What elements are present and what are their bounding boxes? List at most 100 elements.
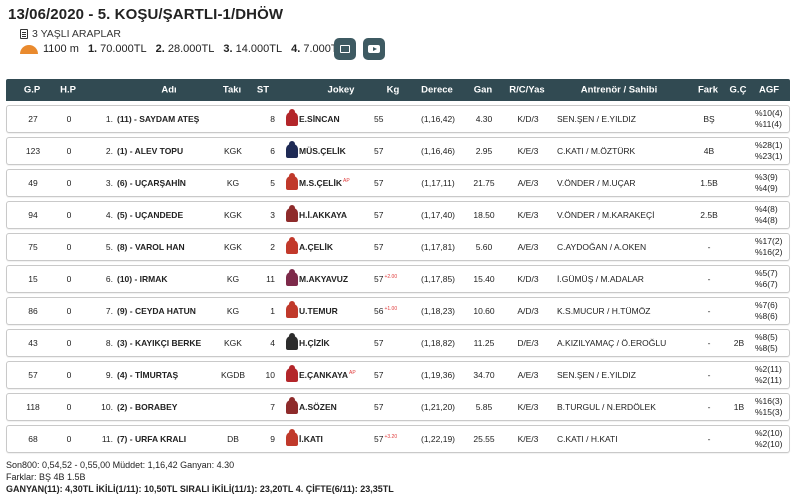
agf-line-1: %2(10) [755,428,783,438]
prize-amount-2: 28.000TL [167,43,215,55]
cell-hp: 0 [66,306,72,316]
silk-icon [286,397,298,414]
cell-fark: 2.5B [700,210,718,220]
horse-name-link[interactable]: (10) - IRMAK [117,274,223,284]
cell-finish-position: 4. [105,210,113,220]
table-row[interactable]: 68 0 11. (7) - URFA KRALI DB 9 İ.KATI 57+3.20 (1… [6,425,790,453]
cell-kg: 57 [374,178,412,188]
cell-derece: (1,16,46) [420,146,456,156]
cell-finish-position: 6. [105,274,113,284]
jockey-name-link[interactable]: A.SÖZEN [299,402,371,412]
horse-name-link[interactable]: (4) - TİMURTAŞ [117,370,223,380]
cell-fark: - [707,402,711,412]
table-row[interactable]: 86 0 7. (9) - CEYDA HATUN KG 1 U.TEMUR 56+1.00 (… [6,297,790,325]
cell-rc-yas: K/E/3 [517,146,539,156]
cell-rc-yas: K/D/3 [517,114,539,124]
cell-finish-position: 8. [105,338,113,348]
col-jokey[interactable]: Jokey [306,85,376,96]
cell-trainer-owner: SEN.ŞEN / E.YILDIZ [557,114,636,124]
jockey-name-link[interactable]: M.S.ÇELİKAP [299,178,371,188]
cell-ganyan: 4.30 [475,114,493,124]
agf-line-1: %2(11) [755,364,782,374]
horse-name-link[interactable]: (11) - SAYDAM ATEŞ [117,114,223,124]
agf-line-1: %7(6) [755,300,778,310]
col-name[interactable]: Adı [116,85,222,96]
cell-hp: 0 [66,178,72,188]
jockey-name-link[interactable]: İ.KATI [299,434,371,444]
col-kg[interactable]: Kg [378,85,408,96]
cell-ganyan: 21.75 [473,178,495,188]
horse-name-link[interactable]: (8) - VAROL HAN [117,242,223,252]
jockey-name: M.AKYAVUZ [299,274,349,284]
horse-name-link[interactable]: (5) - UÇANDEDE [117,210,223,220]
jockey-name-link[interactable]: MÜS.ÇELİK [299,146,371,156]
jockey-name-link[interactable]: E.ÇANKAYAAP [299,370,371,380]
col-gc[interactable]: G.Ç [727,85,749,96]
cell-kg: 55 [374,114,412,124]
cell-derece: (1,21,20) [420,402,456,412]
col-hp[interactable]: H.P [50,85,86,96]
cell-start: 6 [270,146,275,156]
cell-ganyan: 11.25 [473,338,495,348]
cell-agf: %7(6) %8(6) [755,300,789,322]
cell-agf: %8(5) %8(5) [755,332,789,354]
horse-name-link[interactable]: (9) - CEYDA HATUN [117,306,223,316]
table-row[interactable]: 94 0 4. (5) - UÇANDEDE KGK 3 H.İ.AKKAYA 57 (1,17… [6,201,790,229]
col-trainer-owner[interactable]: Antrenör / Sahibi [552,85,686,96]
cell-gp: 94 [28,210,38,220]
cell-derece: (1,17,40) [420,210,456,220]
jockey-name-link[interactable]: U.TEMUR [299,306,371,316]
cell-taki: KGK [224,338,242,348]
summary-line-margins: Farklar: BŞ 4B 1.5B [6,472,86,482]
col-agf[interactable]: AGF [752,85,786,96]
prize-rank-1: 1. [87,43,98,55]
cell-trainer-owner: B.TURGUL / N.ERDÖLEK [557,402,656,412]
col-taki[interactable]: Takı [216,85,248,96]
agf-line-2: %8(6) [755,311,778,321]
cell-taki: KGK [224,146,242,156]
cell-agf: %5(7) %6(7) [755,268,789,290]
table-row[interactable]: 43 0 8. (3) - KAYIKÇI BERKE KGK 4 H.ÇİZİK 57 (1,… [6,329,790,357]
photo-finish-button[interactable] [334,38,356,60]
jockey-name: H.ÇİZİK [299,338,330,348]
col-rc-yas[interactable]: R/C/Yas [504,85,550,96]
silk-icon [286,301,298,318]
cell-kg: 56+1.00 [374,306,412,316]
col-fark[interactable]: Fark [690,85,726,96]
cell-trainer-owner: C.KATI / H.KATI [557,434,618,444]
cell-taki: KGK [224,210,242,220]
prize-amount-1: 70.000TL [100,43,147,55]
table-row[interactable]: 49 0 3. (6) - UÇARŞAHİN KG 5 M.S.ÇELİKAP 57 (1,1… [6,169,790,197]
table-row[interactable]: 15 0 6. (10) - IRMAK KG 11 M.AKYAVUZ 57+2.00 (1,… [6,265,790,293]
col-st[interactable]: ST [252,85,274,96]
table-row[interactable]: 75 0 5. (8) - VAROL HAN KGK 2 A.ÇELİK 57 (1,17,8… [6,233,790,261]
cell-start: 10 [265,370,275,380]
horse-name-link[interactable]: (2) - BORABEY [117,402,223,412]
col-gp[interactable]: G.P [14,85,50,96]
jockey-name-link[interactable]: H.İ.AKKAYA [299,210,371,220]
col-derece[interactable]: Derece [414,85,460,96]
jockey-name-link[interactable]: E.SİNCAN [299,114,371,124]
horse-name-link[interactable]: (1) - ALEV TOPU [117,146,223,156]
jockey-name-link[interactable]: M.AKYAVUZ [299,274,371,284]
table-row[interactable]: 118 0 10. (2) - BORABEY 7 A.SÖZEN 57 (1,21,20) 5… [6,393,790,421]
table-row[interactable]: 123 0 2. (1) - ALEV TOPU KGK 6 MÜS.ÇELİK 57 (1,1… [6,137,790,165]
table-header: G.P H.P Adı Takı ST Jokey Kg Derece Gan … [6,79,790,101]
cell-gc: 2B [733,338,745,348]
table-row[interactable]: 57 0 9. (4) - TİMURTAŞ KGDB 10 E.ÇANKAYAAP 57 (1… [6,361,790,389]
jockey-name-link[interactable]: H.ÇİZİK [299,338,371,348]
agf-line-2: %15(3) [755,407,783,417]
cell-rc-yas: K/E/3 [517,402,539,412]
cell-kg: 57+3.20 [374,434,412,444]
jockey-name-link[interactable]: A.ÇELİK [299,242,371,252]
horse-name-link[interactable]: (6) - UÇARŞAHİN [117,178,223,188]
table-row[interactable]: 27 0 1. (11) - SAYDAM ATEŞ 8 E.SİNCAN 55 (1,16,… [6,105,790,133]
cell-kg: 57 [374,146,412,156]
horse-name-link[interactable]: (3) - KAYIKÇI BERKE [117,338,223,348]
race-video-button[interactable] [363,38,385,60]
jockey-name: H.İ.AKKAYA [299,210,348,220]
col-gan[interactable]: Gan [466,85,500,96]
cell-fark: - [707,242,711,252]
cell-finish-position: 1. [105,114,113,124]
horse-name-link[interactable]: (7) - URFA KRALI [117,434,223,444]
